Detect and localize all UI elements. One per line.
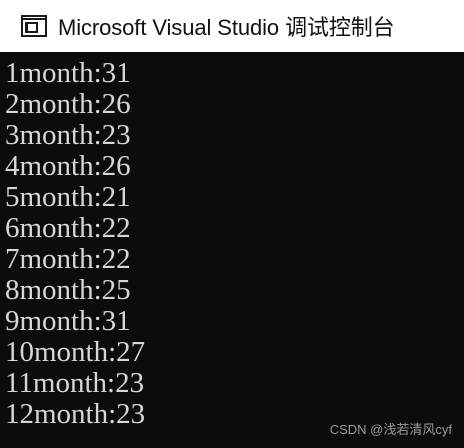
console-line: 11month:23 [5,367,145,399]
console-line: 8month:25 [5,274,131,306]
console-output[interactable]: 1month:31 2month:26 3month:23 4month:26 … [0,52,464,448]
console-line: 2month:26 [5,88,131,120]
console-line: 5month:21 [5,181,131,213]
console-line: 10month:27 [5,336,146,368]
console-window: Microsoft Visual Studio 调试控制台 1month:31 … [0,0,464,448]
console-line: 7month:22 [5,243,131,275]
icon-title-bar-shape [23,18,45,20]
console-line: 6month:22 [5,212,131,244]
csdn-watermark: CSDN @浅若清风cyf [329,422,452,437]
icon-pane-shape [25,22,38,33]
console-line: 1month:31 [5,57,131,89]
console-line: 4month:26 [5,150,131,182]
console-window-icon [21,15,47,37]
console-line: 9month:31 [5,305,131,337]
console-line: 3month:23 [5,119,131,151]
window-title: Microsoft Visual Studio 调试控制台 [58,15,395,40]
title-bar[interactable]: Microsoft Visual Studio 调试控制台 [0,0,464,52]
